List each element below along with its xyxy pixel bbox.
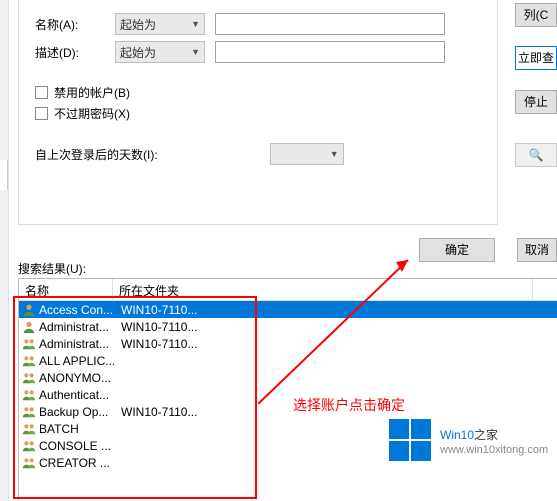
annotation-text: 选择账户点击确定 bbox=[293, 395, 405, 415]
cell-name: Access Con... bbox=[39, 303, 115, 317]
group-icon bbox=[21, 371, 37, 385]
desc-label: 描述(D): bbox=[35, 44, 115, 61]
noexpire-checkbox[interactable] bbox=[35, 107, 48, 120]
cell-name: ANONYMO... bbox=[39, 371, 115, 385]
cell-name: Authenticat... bbox=[39, 388, 115, 402]
group-icon bbox=[21, 354, 37, 368]
name-label: 名称(A): bbox=[35, 16, 115, 33]
cell-name: ALL APPLIC... bbox=[39, 354, 115, 368]
results-grid[interactable]: 名称 所在文件夹 Access Con...WIN10-7110...Admin… bbox=[18, 278, 557, 500]
group-icon bbox=[21, 405, 37, 419]
desc-combo-value: 起始为 bbox=[120, 44, 156, 61]
cancel-button[interactable]: 取消 bbox=[517, 238, 557, 262]
cell-name: CREATOR ... bbox=[39, 456, 115, 470]
cell-name: Administrat... bbox=[39, 337, 115, 351]
user-icon bbox=[21, 303, 37, 317]
name-input[interactable] bbox=[215, 13, 445, 35]
table-row[interactable]: ANONYMO... bbox=[19, 369, 557, 386]
watermark: Win10之家 www.win10xitong.com bbox=[388, 418, 548, 462]
magnifier-icon: 🔍 bbox=[529, 148, 544, 162]
stop-button[interactable]: 停止 bbox=[515, 90, 557, 114]
grid-header: 名称 所在文件夹 bbox=[19, 279, 557, 301]
cell-name: Administrat... bbox=[39, 320, 115, 334]
group-icon bbox=[21, 456, 37, 470]
days-label: 自上次登录后的天数(I): bbox=[35, 146, 158, 163]
cell-name: BATCH bbox=[39, 422, 115, 436]
desc-combo[interactable]: 起始为 ▼ bbox=[115, 41, 205, 63]
search-icon-button[interactable]: 🔍 bbox=[515, 143, 557, 167]
results-label: 搜索结果(U): bbox=[18, 260, 86, 277]
watermark-title: Win10之家 bbox=[440, 424, 548, 444]
windows-logo-icon bbox=[388, 418, 432, 462]
user-icon bbox=[21, 320, 37, 334]
group-icon bbox=[21, 439, 37, 453]
name-combo-value: 起始为 bbox=[120, 16, 156, 33]
noexpire-label: 不过期密码(X) bbox=[54, 105, 130, 122]
group-icon bbox=[21, 337, 37, 351]
cell-folder: WIN10-7110... bbox=[115, 337, 535, 351]
disabled-accounts-checkbox[interactable] bbox=[35, 86, 48, 99]
right-button-column: 列(C 立即查 停止 🔍 bbox=[507, 0, 557, 270]
findnow-button[interactable]: 立即查 bbox=[515, 46, 557, 70]
name-combo[interactable]: 起始为 ▼ bbox=[115, 13, 205, 35]
disabled-accounts-label: 禁用的帐户(B) bbox=[54, 84, 130, 101]
table-row[interactable]: Administrat...WIN10-7110... bbox=[19, 318, 557, 335]
watermark-url: www.win10xitong.com bbox=[440, 444, 548, 456]
cell-name: CONSOLE ... bbox=[39, 439, 115, 453]
column-name[interactable]: 名称 bbox=[19, 279, 113, 300]
columns-button[interactable]: 列(C bbox=[515, 3, 557, 27]
table-row[interactable]: Administrat...WIN10-7110... bbox=[19, 335, 557, 352]
cell-folder: WIN10-7110... bbox=[115, 303, 535, 317]
table-row[interactable]: ALL APPLIC... bbox=[19, 352, 557, 369]
chevron-down-icon: ▼ bbox=[191, 47, 200, 57]
chevron-down-icon: ▼ bbox=[330, 149, 339, 159]
chevron-down-icon: ▼ bbox=[191, 19, 200, 29]
table-row[interactable]: Authenticat... bbox=[19, 386, 557, 403]
cell-name: Backup Op... bbox=[39, 405, 115, 419]
desc-input[interactable] bbox=[215, 41, 445, 63]
days-combo[interactable]: ▼ bbox=[270, 143, 344, 165]
group-icon bbox=[21, 422, 37, 436]
table-row[interactable]: Access Con...WIN10-7110... bbox=[19, 301, 557, 318]
cell-folder: WIN10-7110... bbox=[115, 320, 535, 334]
column-folder[interactable]: 所在文件夹 bbox=[113, 279, 533, 300]
ok-button[interactable]: 确定 bbox=[419, 238, 495, 262]
group-icon bbox=[21, 388, 37, 402]
search-criteria-panel: 名称(A): 起始为 ▼ 描述(D): 起始为 ▼ 禁用的帐户(B) 不过期密码… bbox=[18, 0, 498, 225]
